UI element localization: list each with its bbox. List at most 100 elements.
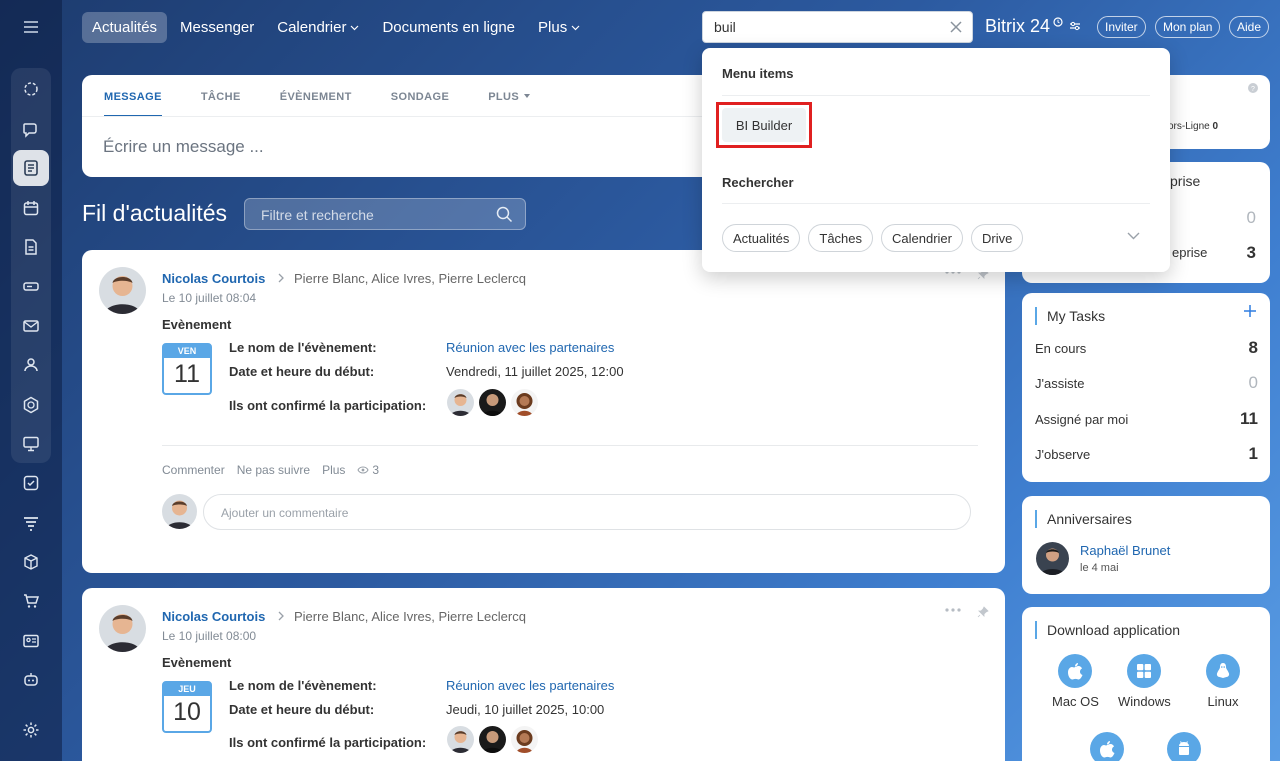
search-icon[interactable] (496, 206, 513, 223)
tab-more[interactable]: PLUS (488, 91, 531, 117)
help-icon[interactable]: ? (1248, 83, 1258, 93)
nav-messenger[interactable]: Messenger (170, 12, 264, 43)
menu-icon[interactable] (21, 17, 41, 37)
more-link[interactable]: Plus (322, 463, 345, 477)
event-calendar-badge: JEU 10 (162, 681, 212, 733)
birthday-person-name[interactable]: Raphaël Brunet (1080, 543, 1170, 558)
plus-icon[interactable] (1244, 305, 1256, 317)
task-count: 0 (1248, 373, 1258, 392)
my-plan-button[interactable]: Mon plan (1155, 16, 1221, 38)
caret-down-icon (524, 94, 531, 98)
task-label: Assigné par moi (1035, 411, 1129, 427)
views-counter[interactable]: 3 (357, 463, 391, 477)
sidebar-item-documents[interactable] (13, 229, 49, 265)
task-row-in-progress[interactable]: En cours 8 (1035, 338, 1258, 358)
download-android[interactable] (1167, 732, 1201, 761)
avatar (162, 494, 197, 529)
pin-icon[interactable] (977, 606, 989, 618)
toggle-settings-icon[interactable] (1069, 21, 1081, 31)
nav-online-documents[interactable]: Documents en ligne (372, 12, 525, 43)
more-dots-icon[interactable] (945, 608, 961, 612)
search-input[interactable] (714, 19, 934, 35)
participants-list (447, 726, 543, 753)
robot-icon (22, 671, 40, 689)
sidebar-item-shop[interactable] (13, 583, 49, 619)
task-row-assigned-by-me[interactable]: Assigné par moi 11 (1035, 409, 1258, 429)
chip-tasks[interactable]: Tâches (808, 224, 874, 252)
download-windows[interactable]: Windows (1118, 654, 1171, 709)
nav-label: Actualités (92, 19, 158, 36)
event-start-label: Date et heure du début: (229, 364, 375, 379)
sidebar-item-copilot[interactable] (13, 71, 49, 107)
nav-calendar[interactable]: Calendrier (267, 12, 369, 43)
participant-avatar[interactable] (511, 389, 538, 416)
event-name-link[interactable]: Réunion avec les partenaires (446, 340, 614, 355)
download-macos[interactable]: Mac OS (1052, 654, 1099, 709)
post-author[interactable]: Nicolas Courtois (162, 271, 265, 286)
help-button[interactable]: Aide (1229, 16, 1270, 38)
nav-more[interactable]: Plus (528, 12, 590, 43)
unfollow-link[interactable]: Ne pas suivre (237, 463, 310, 477)
download-ios[interactable] (1090, 732, 1124, 761)
task-row-assisting[interactable]: J'assiste 0 (1035, 373, 1258, 393)
tab-poll[interactable]: SONDAGE (391, 91, 449, 117)
sidebar-item-board[interactable] (13, 426, 49, 462)
participant-avatar[interactable] (447, 726, 474, 753)
post-recipients[interactable]: Pierre Blanc, Alice Ivres, Pierre Lecler… (294, 271, 526, 286)
post-recipients[interactable]: Pierre Blanc, Alice Ivres, Pierre Lecler… (294, 609, 526, 624)
nav-news[interactable]: Actualités (82, 12, 168, 43)
sidebar-item-drive[interactable] (13, 268, 49, 304)
participant-avatar[interactable] (511, 726, 538, 753)
event-name-link[interactable]: Réunion avec les partenaires (446, 678, 614, 693)
tab-event[interactable]: ÉVÈNEMENT (280, 91, 352, 117)
global-search (702, 11, 973, 43)
sidebar-item-hexagon[interactable] (13, 387, 49, 423)
chip-news[interactable]: Actualités (722, 224, 801, 252)
participant-avatar[interactable] (447, 389, 474, 416)
invite-button[interactable]: Inviter (1097, 16, 1146, 38)
post-date[interactable]: Le 10 juillet 08:04 (162, 291, 256, 305)
event-calendar-badge: VEN 11 (162, 343, 212, 395)
windows-icon (1127, 654, 1162, 688)
post-author[interactable]: Nicolas Courtois (162, 609, 265, 624)
sidebar-item-messenger[interactable] (13, 111, 49, 147)
tab-task[interactable]: TÂCHE (201, 91, 241, 117)
post-date[interactable]: Le 10 juillet 08:00 (162, 629, 256, 643)
sidebar-item-settings[interactable] (13, 712, 49, 748)
apple-icon (1090, 732, 1124, 761)
comment-input[interactable]: Ajouter un commentaire (203, 494, 971, 530)
sidebar-item-automation[interactable] (13, 662, 49, 698)
sidebar-item-mail[interactable] (13, 308, 49, 344)
sidebar-item-inventory[interactable] (13, 544, 49, 580)
avatar[interactable] (99, 605, 146, 652)
feed-filter-input[interactable]: Filtre et recherche (244, 198, 526, 230)
sidebar-item-tasks[interactable] (13, 465, 49, 501)
avatar[interactable] (1036, 542, 1069, 575)
chip-drive[interactable]: Drive (971, 224, 1024, 252)
sidebar-item-crm[interactable] (13, 505, 49, 541)
gear-icon (22, 721, 40, 739)
download-linux[interactable]: Linux (1206, 654, 1240, 709)
task-row-observing[interactable]: J'observe 1 (1035, 444, 1258, 464)
avatar[interactable] (99, 267, 146, 314)
sidebar-item-calendar[interactable] (13, 190, 49, 226)
menu-result-bi-builder[interactable]: BI Builder (722, 108, 806, 142)
task-label: J'assiste (1035, 375, 1085, 391)
sidebar-item-contacts[interactable] (13, 623, 49, 659)
brand-logo[interactable]: Bitrix 24 (985, 16, 1081, 37)
chevron-down-icon[interactable] (1127, 232, 1140, 240)
chip-calendar[interactable]: Calendrier (881, 224, 963, 252)
sidebar-item-groups[interactable] (13, 347, 49, 383)
sidebar-item-feed[interactable] (13, 150, 49, 186)
participant-avatar[interactable] (479, 389, 506, 416)
participants-label: Ils ont confirmé la participation: (229, 398, 427, 413)
participant-avatar[interactable] (479, 726, 506, 753)
card-value: 3 (1246, 243, 1256, 262)
views-count: 3 (372, 463, 380, 477)
comment-link[interactable]: Commenter (162, 463, 225, 477)
calendar-icon (22, 199, 40, 217)
close-icon[interactable] (949, 20, 963, 34)
tab-message[interactable]: MESSAGE (104, 91, 162, 117)
message-input[interactable]: Écrire un message ... (103, 137, 264, 157)
nav-label: Documents en ligne (382, 19, 516, 36)
